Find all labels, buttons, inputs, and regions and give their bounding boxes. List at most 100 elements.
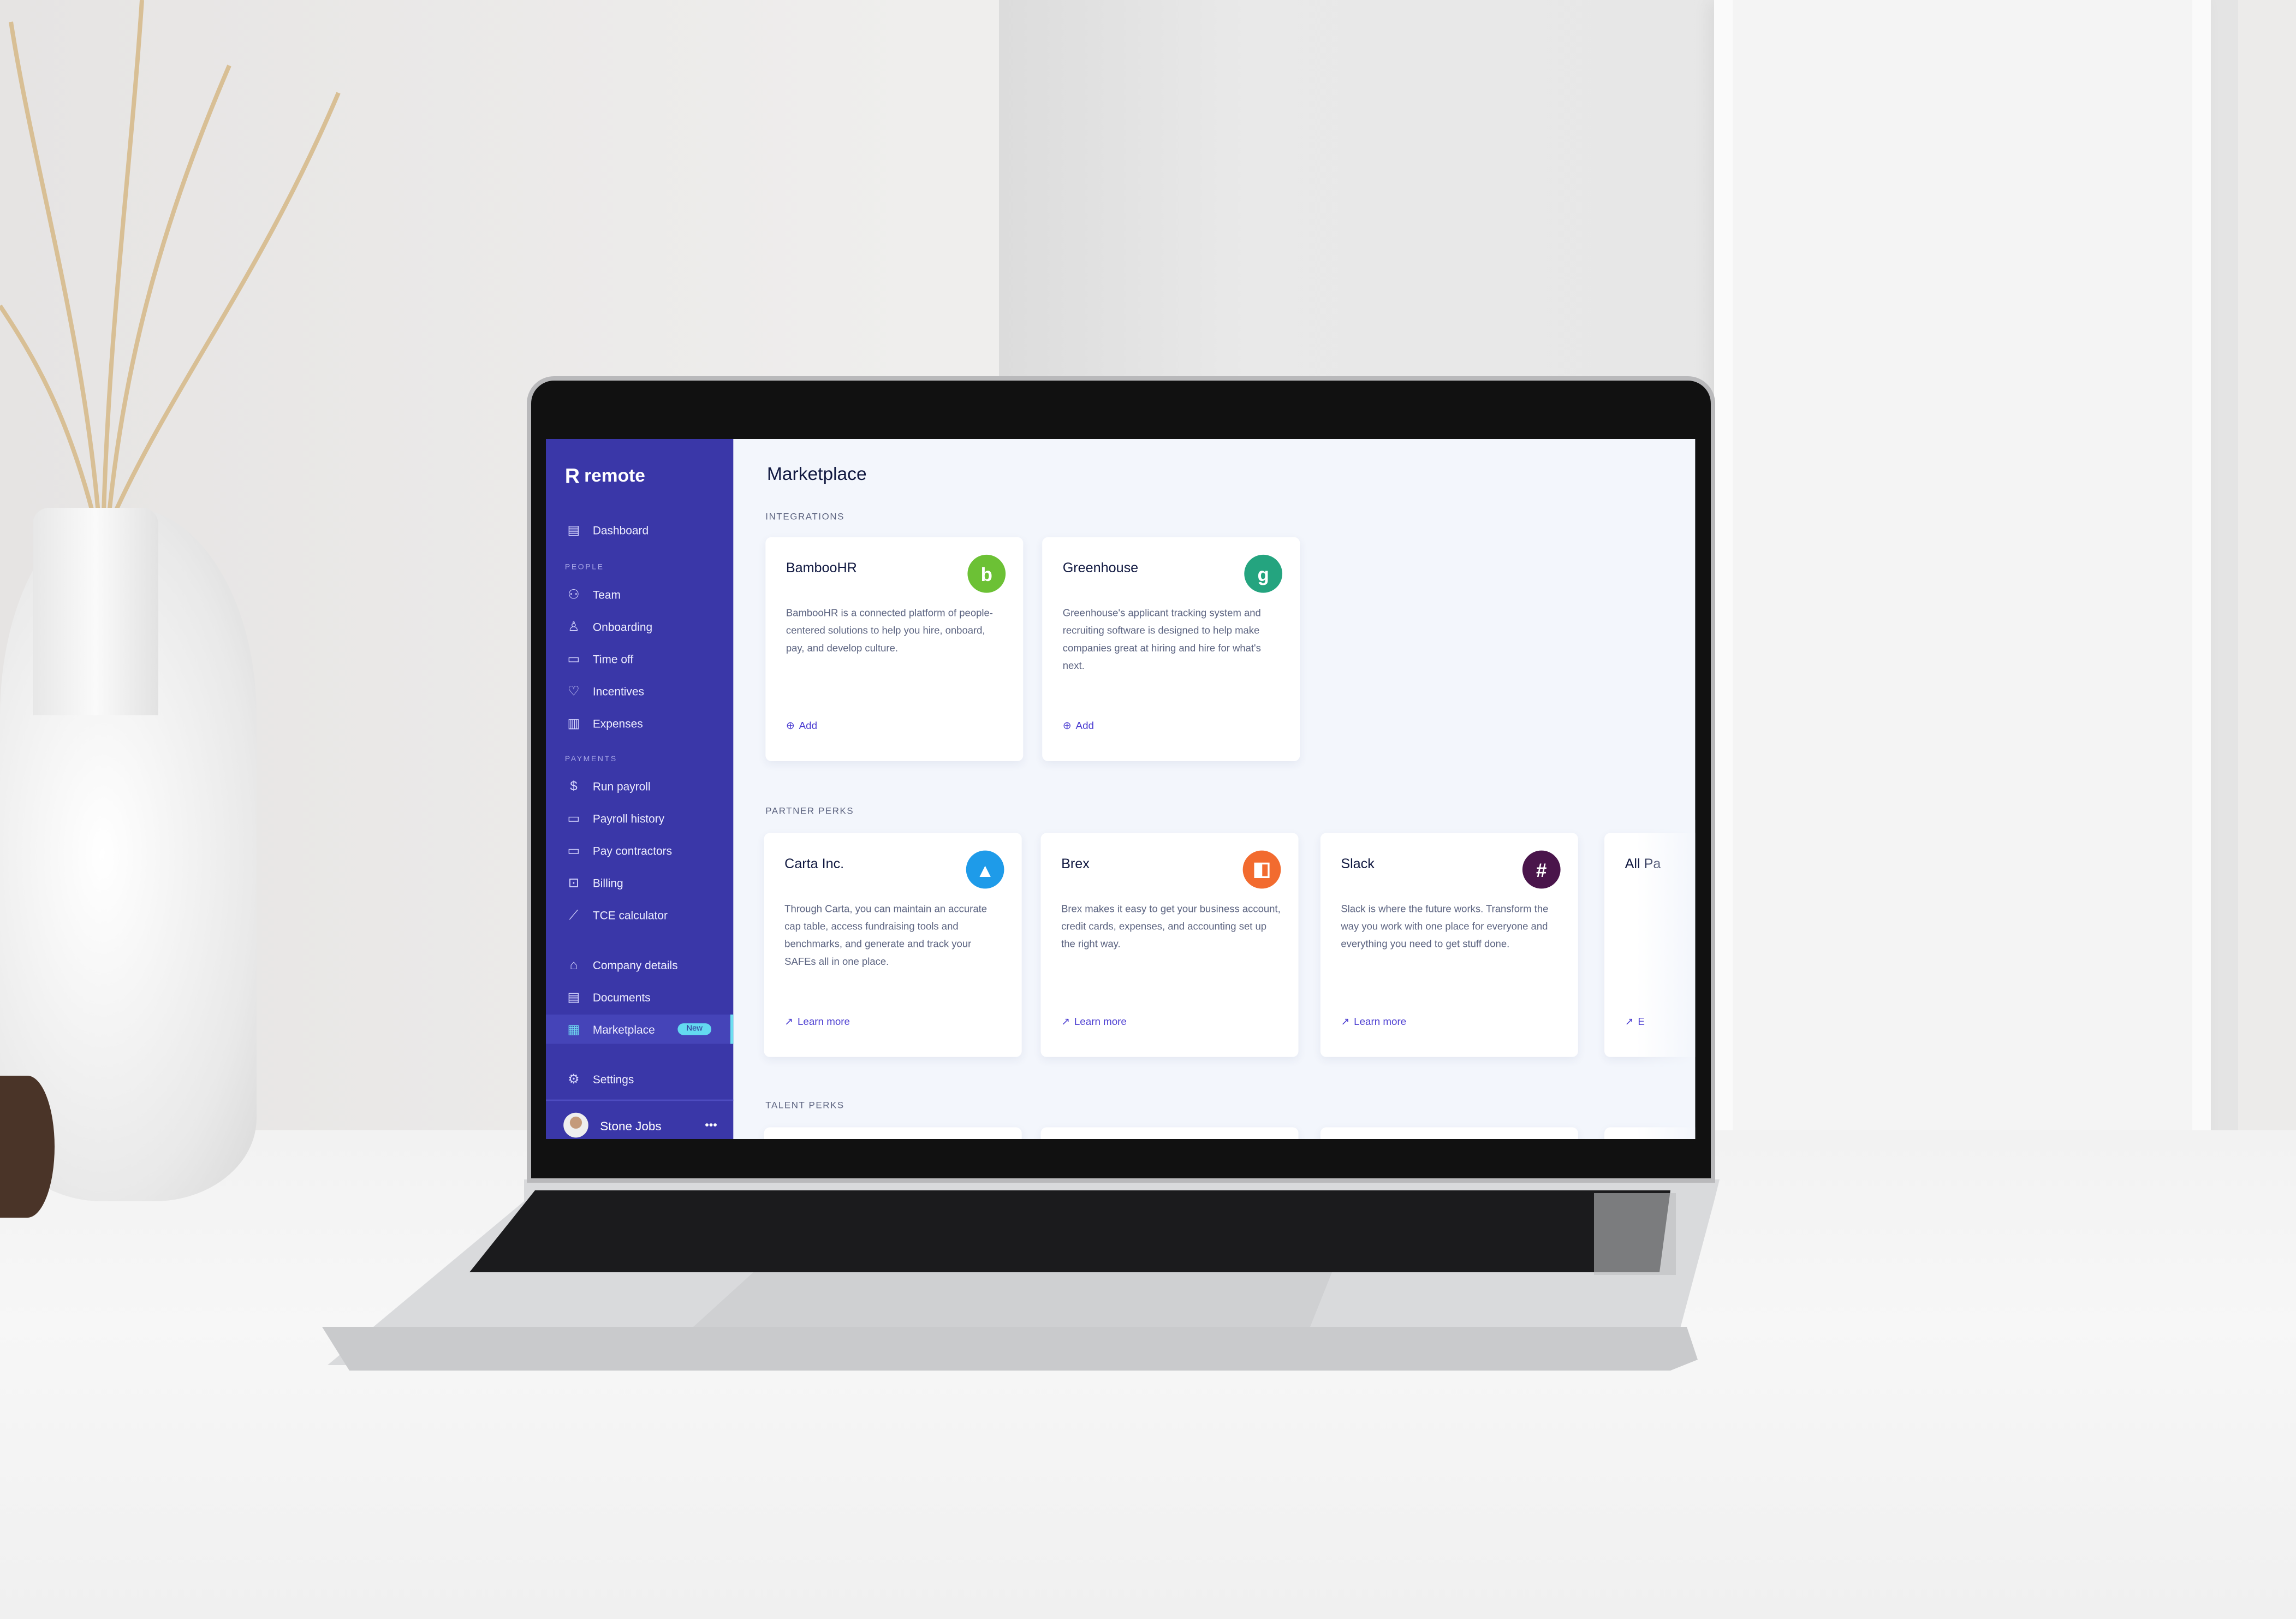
- learn-more-link[interactable]: ↗ Learn more: [784, 1016, 850, 1028]
- user-name: Stone Jobs: [600, 1118, 662, 1132]
- credit-card-icon: ▭: [567, 842, 580, 857]
- card-title: Greenhouse: [1062, 559, 1139, 576]
- new-badge: New: [677, 1023, 712, 1035]
- sidebar-item-expenses[interactable]: ▥ Expenses: [546, 708, 733, 738]
- section-people: PEOPLE: [564, 563, 604, 573]
- sidebar-item-payroll-history[interactable]: ▭ Payroll history: [546, 804, 733, 833]
- action-label: Add: [1075, 721, 1094, 732]
- document-icon: ▤: [567, 989, 580, 1004]
- main-content: Marketplace 🔔 INTEGRATIONS PARTNER PERKS…: [733, 439, 1696, 1139]
- sidebar-item-label: TCE calculator: [592, 908, 668, 922]
- team-icon: ⚇: [568, 586, 580, 601]
- sidebar-item-settings[interactable]: ⚙ Settings: [546, 1064, 733, 1094]
- gear-icon: ⚙: [568, 1071, 580, 1086]
- card-description: Brex makes it easy to get your business …: [1061, 904, 1281, 951]
- talent-perk-card[interactable]: [764, 1127, 1022, 1139]
- sidebar-item-run-payroll[interactable]: $ Run payroll: [546, 772, 733, 801]
- sidebar: Rremote Stone Jobs ••• ▤ Dashboard PEOPLE ⚇ T…: [546, 439, 734, 1139]
- keyboard: [469, 1190, 1670, 1272]
- sidebar-item-marketplace[interactable]: ▦ Marketplace New: [546, 1015, 734, 1044]
- calendar-dollar-icon: ▭: [567, 810, 580, 825]
- card-title: Carta Inc.: [784, 855, 844, 871]
- card-carta-inc-[interactable]: Carta Inc. ▲ Through Carta, you can mainta…: [764, 833, 1022, 1057]
- learn-more-link[interactable]: ↗ Learn more: [1061, 1016, 1127, 1028]
- arrow-up-right-icon: ↗: [1625, 1017, 1634, 1028]
- avatar: [563, 1112, 588, 1138]
- remote-logo-icon: R: [564, 464, 580, 488]
- sidebar-item-label: Settings: [592, 1072, 634, 1086]
- talent-perk-card[interactable]: [1040, 1127, 1299, 1139]
- card-slack[interactable]: Slack # Slack is where the future works. T…: [1320, 833, 1578, 1057]
- app-screen: Rremote Stone Jobs ••• ▤ Dashboard PEOPLE ⚇ T…: [546, 439, 1696, 1139]
- sidebar-item-onboarding[interactable]: ♙ Onboarding: [546, 612, 733, 641]
- sidebar-item-label: Payroll history: [592, 811, 665, 825]
- sidebar-item-label: Billing: [592, 876, 623, 889]
- bill-icon: ⊡: [568, 874, 580, 889]
- action-label: Add: [799, 721, 818, 732]
- plus-circle-icon: ⊕: [1062, 721, 1072, 732]
- greenhouse-logo-icon: g: [1244, 554, 1283, 593]
- arrow-up-right-icon: ↗: [1061, 1017, 1070, 1028]
- sidebar-item-pay-contractors[interactable]: ▭ Pay contractors: [546, 836, 733, 865]
- sidebar-item-company-details[interactable]: ⌂ Company details: [546, 950, 733, 980]
- sidebar-item-label: Onboarding: [592, 620, 653, 633]
- card-title: BambooHR: [786, 559, 857, 576]
- sidebar-item-dashboard[interactable]: ▤ Dashboard: [546, 515, 733, 544]
- sidebar-item-billing[interactable]: ⊡ Billing: [546, 868, 733, 898]
- card-brex[interactable]: Brex ◧ Brex makes it easy to get your busi…: [1040, 833, 1299, 1057]
- card-description: Greenhouse's applicant tracking system a…: [1062, 609, 1261, 672]
- card-description: Through Carta, you can maintain an accur…: [784, 904, 988, 968]
- sidebar-item-incentives[interactable]: ♡ Incentives: [546, 676, 733, 705]
- section-talent-perks: TALENT PERKS: [765, 1101, 844, 1112]
- card-description: BambooHR is a connected platform of peop…: [786, 609, 993, 655]
- sidebar-item-time-off[interactable]: ▭ Time off: [546, 644, 733, 673]
- sidebar-item-tce-calculator[interactable]: ⟋ TCE calculator: [546, 900, 733, 930]
- plus-circle-icon: ⊕: [786, 721, 795, 732]
- sidebar-item-label: Team: [592, 588, 621, 601]
- section-payments: PAYMENTS: [564, 755, 617, 764]
- page-title: Marketplace: [766, 464, 867, 485]
- add-button[interactable]: ⊕ Add: [786, 720, 817, 732]
- card-title: Slack: [1341, 855, 1375, 871]
- action-label: Learn more: [1354, 1017, 1407, 1027]
- bamboohr-logo-icon: b: [967, 554, 1006, 593]
- talent-perk-card[interactable]: [1320, 1127, 1578, 1139]
- card-description: Slack is where the future works. Transfo…: [1341, 904, 1549, 951]
- brand-logo[interactable]: Rremote: [565, 464, 645, 488]
- sidebar-item-label: Dashboard: [592, 523, 649, 537]
- more-icon[interactable]: •••: [705, 1118, 717, 1131]
- sidebar-item-label: Documents: [592, 990, 651, 1004]
- action-label: Learn more: [1074, 1017, 1127, 1027]
- dollar-icon: $: [570, 779, 578, 794]
- receipt-icon: ▥: [567, 715, 580, 730]
- add-button[interactable]: ⊕ Add: [1063, 720, 1094, 732]
- card-greenhouse[interactable]: Greenhouse g Greenhouse's applicant tracki…: [1042, 537, 1300, 762]
- sidebar-item-label: Expenses: [592, 716, 643, 730]
- brex-logo-icon: ◧: [1242, 850, 1281, 889]
- dashboard-icon: ▤: [567, 521, 580, 537]
- section-integrations: INTEGRATIONS: [765, 512, 845, 523]
- sidebar-item-label: Company details: [592, 958, 678, 971]
- arrow-up-right-icon: ↗: [1341, 1017, 1350, 1028]
- card-title: Brex: [1061, 855, 1090, 871]
- sidebar-item-documents[interactable]: ▤ Documents: [546, 982, 733, 1012]
- card-bamboohr[interactable]: BambooHR b BambooHR is a connected platfor…: [765, 537, 1024, 762]
- slack-logo-icon: #: [1522, 850, 1561, 889]
- heart-icon: ♡: [568, 683, 580, 698]
- sidebar-item-label: Time off: [592, 652, 634, 666]
- learn-more-link[interactable]: ↗ Learn more: [1341, 1016, 1406, 1028]
- arrow-up-right-icon: ↗: [784, 1017, 793, 1028]
- chart-line-icon: ⟋: [569, 906, 579, 922]
- grid-icon: ▦: [567, 1021, 580, 1036]
- user-plus-icon: ♙: [568, 618, 580, 633]
- brand-name: remote: [584, 465, 645, 486]
- sidebar-item-label: Incentives: [592, 684, 644, 698]
- scroll-fade: [1637, 820, 1696, 1139]
- sidebar-item-team[interactable]: ⚇ Team: [546, 579, 733, 609]
- action-label: Learn more: [797, 1017, 850, 1027]
- sidebar-item-label: Run payroll: [592, 779, 651, 793]
- calendar-icon: ▭: [567, 650, 580, 666]
- section-partner-perks: PARTNER PERKS: [765, 806, 854, 817]
- building-icon: ⌂: [569, 957, 578, 972]
- user-menu[interactable]: Stone Jobs •••: [563, 1112, 717, 1138]
